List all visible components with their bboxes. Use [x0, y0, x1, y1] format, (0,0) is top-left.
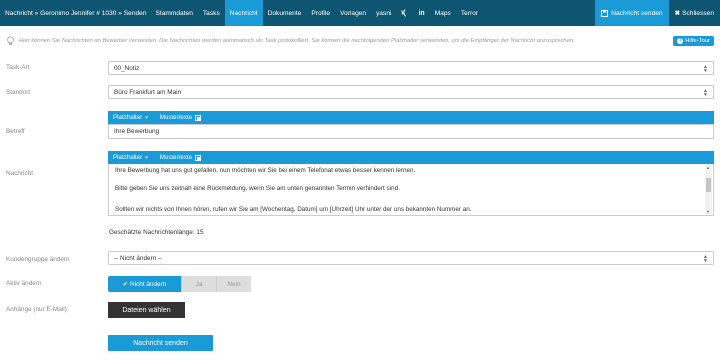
standort-value: Büro Frankfurt am Main — [114, 88, 182, 96]
select-caret-icon: ▲ ▼ — [703, 254, 708, 264]
message-textarea[interactable]: Ihre Bewerbung hat uns gut gefallen, nun… — [108, 164, 714, 216]
aktiv-option-label: Nicht ändern — [130, 280, 167, 288]
check-icon: ✔ — [122, 281, 129, 288]
subject-toolbar: Platzhalter ▾ Mustertexte — [108, 111, 714, 124]
chevron-down-icon: ▾ — [145, 154, 148, 161]
question-icon: ? — [677, 38, 684, 44]
nav-vorlagen[interactable]: Vorlagen — [335, 0, 371, 26]
placeholder-label: Platzhalter — [113, 154, 143, 161]
nav-profile[interactable]: Profile — [306, 0, 335, 26]
nav-stammdaten[interactable]: Stammdaten — [151, 0, 198, 26]
close-icon: ✖ — [674, 10, 681, 17]
aktiv-option-nein[interactable]: Nein — [216, 276, 251, 292]
standort-label: Standort — [6, 89, 31, 96]
nav-tasks[interactable]: Tasks — [198, 0, 225, 26]
placeholder-dropdown[interactable]: Platzhalter ▾ — [113, 154, 148, 161]
nav-maps[interactable]: Maps — [430, 0, 456, 26]
nav-nachricht[interactable]: Nachricht — [224, 0, 263, 26]
placeholder-dropdown[interactable]: Platzhalter ▾ — [113, 114, 148, 121]
nachricht-label: Nachricht — [6, 170, 33, 177]
chevron-down-icon: ▾ — [145, 114, 148, 121]
message-length-note: Geschätzte Nachrichtenlänge: 15 — [109, 229, 204, 236]
close-label: Schliessen — [682, 9, 714, 17]
select-caret-icon: ▲ ▼ — [703, 64, 708, 74]
templates-label: Mustertexte — [159, 154, 193, 161]
scroll-down-icon[interactable]: ▼ — [706, 209, 710, 214]
kundengruppe-select[interactable]: -- Nicht ändern -- ▲ ▼ — [108, 251, 714, 265]
standort-select[interactable]: Büro Frankfurt am Main ▲ ▼ — [108, 85, 714, 99]
send-message-top-label: Nachricht senden — [611, 9, 663, 17]
anhaenge-label: Anhänge (nur E-Mail): — [6, 306, 69, 313]
select-caret-icon: ▲ ▼ — [703, 88, 708, 98]
lightbulb-icon — [7, 36, 14, 45]
nav-yasni[interactable]: yasni — [371, 0, 396, 26]
subject-input[interactable]: Ihre Bewerbung — [108, 124, 714, 139]
choose-files-button[interactable]: Dateien wählen — [108, 302, 185, 318]
nav-terror[interactable]: Terror — [456, 0, 483, 26]
task-art-label: Task-Art — [6, 64, 30, 71]
help-tour-label: Hilfe-Tour — [685, 38, 710, 44]
templates-button[interactable]: Mustertexte — [159, 154, 202, 161]
scrollbar-thumb[interactable] — [706, 178, 711, 192]
help-tour-button[interactable]: ? Hilfe-Tour — [673, 36, 714, 46]
linkedin-icon[interactable]: in — [413, 0, 429, 26]
breadcrumb: Nachricht » Geronimo Jennifer # 1030 » S… — [5, 9, 147, 17]
copy-icon — [195, 114, 202, 121]
info-text: Hier können Sie Nachrichten an Bewerber … — [19, 38, 575, 44]
aktiv-label: Aktiv ändern — [6, 280, 42, 287]
close-button[interactable]: ✖ Schliessen — [669, 0, 720, 26]
kundengruppe-value: -- Nicht ändern -- — [114, 254, 163, 262]
send-message-top-button[interactable]: Nachricht senden — [595, 0, 669, 26]
save-icon — [601, 9, 609, 17]
nav-dokumente[interactable]: Dokumente — [263, 0, 307, 26]
aktiv-option-ja[interactable]: Ja — [181, 276, 216, 292]
kundengruppe-label: Kundengruppe ändern — [6, 256, 70, 263]
templates-label: Mustertexte — [159, 114, 193, 121]
message-line: Sollten wir nichts von Ihnen hören, rufe… — [115, 206, 472, 213]
message-line: Ihre Bewerbung hat uns gut gefallen, nun… — [115, 167, 416, 174]
task-art-select[interactable]: 00_Notiz ▲ ▼ — [108, 61, 714, 75]
scroll-up-icon[interactable]: ▲ — [706, 165, 710, 170]
top-navigation-bar: Nachricht » Geronimo Jennifer # 1030 » S… — [0, 0, 720, 26]
placeholder-label: Platzhalter — [113, 114, 143, 121]
aktiv-toggle-group: ✔ Nicht ändern Ja Nein — [108, 276, 251, 292]
message-toolbar: Platzhalter ▾ Mustertexte — [108, 151, 714, 164]
aktiv-option-nicht-aendern[interactable]: ✔ Nicht ändern — [108, 276, 181, 292]
send-message-button[interactable]: Nachricht senden — [108, 335, 213, 351]
message-line: Bitte geben Sie uns zeitnah eine Rückmel… — [115, 185, 400, 192]
task-art-value: 00_Notiz — [114, 64, 140, 72]
betreff-label: Betreff — [6, 128, 25, 135]
copy-icon — [195, 154, 202, 161]
info-line: Hier können Sie Nachrichten an Bewerber … — [6, 36, 714, 46]
xing-icon[interactable] — [396, 0, 413, 26]
templates-button[interactable]: Mustertexte — [159, 114, 202, 121]
message-scrollbar[interactable]: ▲ ▼ — [705, 164, 712, 215]
